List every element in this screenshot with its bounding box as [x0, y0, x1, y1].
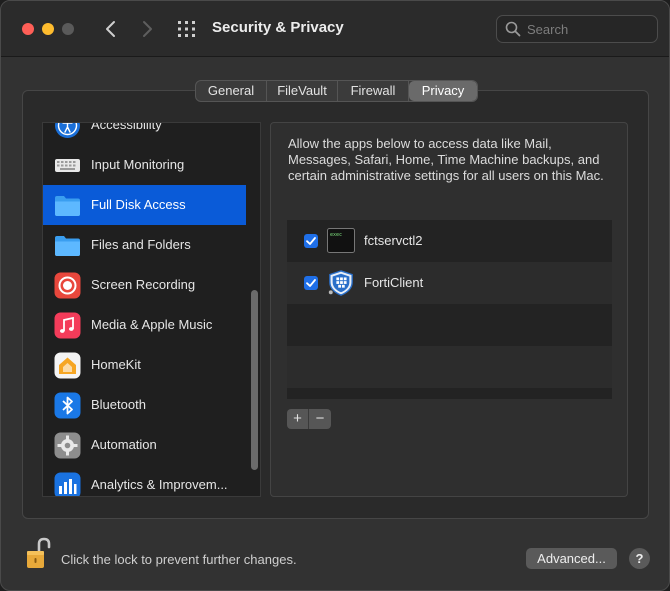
sidebar-item-label: HomeKit — [91, 357, 141, 372]
sidebar-scrollbar-thumb[interactable] — [251, 290, 258, 470]
sidebar-item-label: Media & Apple Music — [91, 317, 213, 332]
forticlient-shield-icon — [328, 270, 353, 296]
sidebar-item-full-disk-access[interactable]: Full Disk Access — [43, 185, 246, 225]
record-icon — [54, 272, 81, 299]
folder-icon — [55, 236, 80, 256]
sidebar-item-accessibility[interactable]: Accessibility — [43, 122, 246, 145]
bluetooth-icon — [54, 392, 81, 419]
zoom-window-button[interactable] — [62, 23, 74, 35]
app-name: FortiClient — [364, 275, 424, 290]
sidebar-item-automation[interactable]: Automation — [43, 425, 246, 465]
minimize-window-button[interactable] — [42, 23, 54, 35]
app-row-empty — [287, 304, 612, 346]
full-disk-access-panel: Allow the apps below to access data like… — [270, 122, 628, 497]
home-icon — [54, 352, 81, 379]
sidebar-item-label: Files and Folders — [91, 237, 191, 252]
tab-privacy[interactable]: Privacy — [409, 81, 477, 101]
app-name: fctservctl2 — [364, 233, 423, 248]
music-note-icon — [54, 312, 81, 339]
app-row-forticlient[interactable]: FortiClient — [287, 262, 612, 304]
sidebar-item-label: Full Disk Access — [91, 197, 186, 212]
window-title: Security & Privacy — [212, 19, 344, 36]
panel-description: Allow the apps below to access data like… — [288, 136, 604, 183]
sidebar-item-label: Accessibility — [91, 122, 162, 132]
checkmark-icon — [306, 237, 316, 245]
sidebar-item-screen-recording[interactable]: Screen Recording — [43, 265, 246, 305]
search-input[interactable] — [527, 20, 651, 38]
tab-general[interactable]: General — [196, 81, 267, 101]
show-all-grid-icon[interactable] — [177, 20, 197, 38]
sidebar-item-media-apple-music[interactable]: Media & Apple Music — [43, 305, 246, 345]
tab-firewall[interactable]: Firewall — [338, 81, 409, 101]
folder-icon — [55, 196, 80, 216]
sidebar-item-input-monitoring[interactable]: Input Monitoring — [43, 145, 246, 185]
privacy-category-list[interactable]: Accessibility Input Monitoring Full Disk… — [42, 122, 261, 497]
app-checkbox-forticlient[interactable] — [304, 276, 318, 290]
sidebar-item-label: Bluetooth — [91, 397, 146, 412]
gear-icon — [54, 432, 81, 459]
sidebar-scrollbar[interactable] — [248, 123, 260, 496]
sidebar-item-label: Automation — [91, 437, 157, 452]
sidebar-item-homekit[interactable]: HomeKit — [43, 345, 246, 385]
app-list[interactable]: exec fctservctl2 FortiClient — [287, 220, 612, 399]
unlocked-padlock-icon[interactable] — [25, 537, 51, 571]
back-chevron-icon[interactable] — [101, 17, 121, 41]
remove-app-button[interactable]: − — [309, 409, 331, 429]
app-checkbox-fctservctl2[interactable] — [304, 234, 318, 248]
tab-bar: General FileVault Firewall Privacy — [195, 80, 478, 102]
search-icon — [505, 21, 521, 37]
accessibility-icon — [55, 123, 80, 138]
svg-text:exec: exec — [330, 232, 342, 238]
sidebar-item-label: Analytics & Improvem... — [91, 477, 228, 492]
sidebar-item-files-and-folders[interactable]: Files and Folders — [43, 225, 246, 265]
add-app-button[interactable]: + — [287, 409, 309, 429]
lock-status-text: Click the lock to prevent further change… — [61, 552, 297, 567]
sidebar-item-bluetooth[interactable]: Bluetooth — [43, 385, 246, 425]
sidebar-item-label: Input Monitoring — [91, 157, 185, 172]
add-remove-controls: + − — [287, 409, 331, 429]
checkmark-icon — [306, 279, 316, 287]
title-bar: Security & Privacy — [1, 1, 669, 57]
sidebar-item-analytics[interactable]: Analytics & Improvem... — [43, 465, 246, 496]
terminal-icon: exec — [327, 228, 355, 253]
app-row-fctservctl2[interactable]: exec fctservctl2 — [287, 220, 612, 262]
security-privacy-window: Security & Privacy General FileVault Fir… — [0, 0, 670, 591]
bar-chart-icon — [54, 472, 81, 496]
advanced-button[interactable]: Advanced... — [526, 548, 617, 569]
help-button[interactable]: ? — [629, 548, 650, 569]
search-field[interactable] — [496, 15, 658, 43]
close-window-button[interactable] — [22, 23, 34, 35]
tab-filevault[interactable]: FileVault — [267, 81, 338, 101]
app-row-empty — [287, 346, 612, 388]
forward-chevron-icon[interactable] — [137, 17, 157, 41]
keyboard-icon — [55, 159, 80, 172]
sidebar-item-label: Screen Recording — [91, 277, 196, 292]
